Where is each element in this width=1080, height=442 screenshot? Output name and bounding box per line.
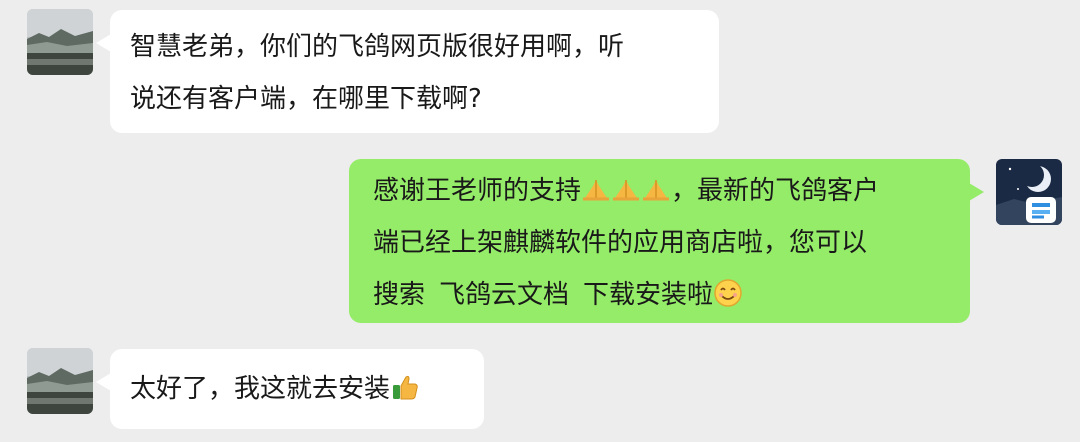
message-text: 下载安装啦: [583, 280, 714, 310]
message-text: 感谢王老师的支持: [373, 176, 582, 206]
message-bubble-incoming[interactable]: 智慧老弟，你们的飞鸽网页版很好用啊，听 说还有客户端，在哪里下载啊?: [96, 10, 719, 133]
message-text: ，最新的飞鸽客户: [671, 176, 880, 206]
night-moon-app-avatar-icon[interactable]: [996, 159, 1062, 225]
folded-hands-emoji-icon: [611, 174, 641, 204]
message-row: 太好了，我这就去安装: [0, 340, 1080, 442]
message-text-line: 智慧老弟，你们的飞鸽网页版很好用啊，听: [130, 32, 625, 62]
message-text-line: 搜索 飞鸽云文档 下载安装啦: [373, 269, 948, 321]
message-text: 太好了，我这就去安装: [130, 374, 391, 404]
folded-hands-emoji-icon: [581, 174, 611, 204]
smiling-face-emoji-icon: [713, 278, 743, 308]
message-text-line: 感谢王老师的支持 ，最新的飞鸽客户: [373, 165, 948, 217]
message-row: 智慧老弟，你们的飞鸽网页版很好用啊，听 说还有客户端，在哪里下载啊?: [0, 0, 1080, 140]
message-bubble-incoming[interactable]: 太好了，我这就去安装: [96, 349, 484, 429]
message-text-line: 太好了，我这就去安装: [130, 363, 464, 415]
message-text-line: 端已经上架麒麟软件的应用商店啦，您可以: [373, 228, 868, 258]
message-bubble-outgoing[interactable]: 感谢王老师的支持 ，最新的飞鸽客户 端已经上架麒麟软件的应用商店啦，您可以 搜索飞…: [349, 159, 984, 323]
landscape-avatar-icon[interactable]: [27, 9, 93, 75]
message-text-line: 说还有客户端，在哪里下载啊?: [130, 84, 482, 114]
folded-hands-emoji-icon: [641, 174, 671, 204]
message-text: 搜索: [373, 280, 426, 310]
message-row: 感谢王老师的支持 ，最新的飞鸽客户 端已经上架麒麟软件的应用商店啦，您可以 搜索飞…: [0, 150, 1080, 330]
landscape-avatar-icon[interactable]: [27, 348, 93, 414]
message-text: 飞鸽云文档: [439, 280, 570, 310]
thumbs-up-emoji-icon: [390, 372, 420, 402]
